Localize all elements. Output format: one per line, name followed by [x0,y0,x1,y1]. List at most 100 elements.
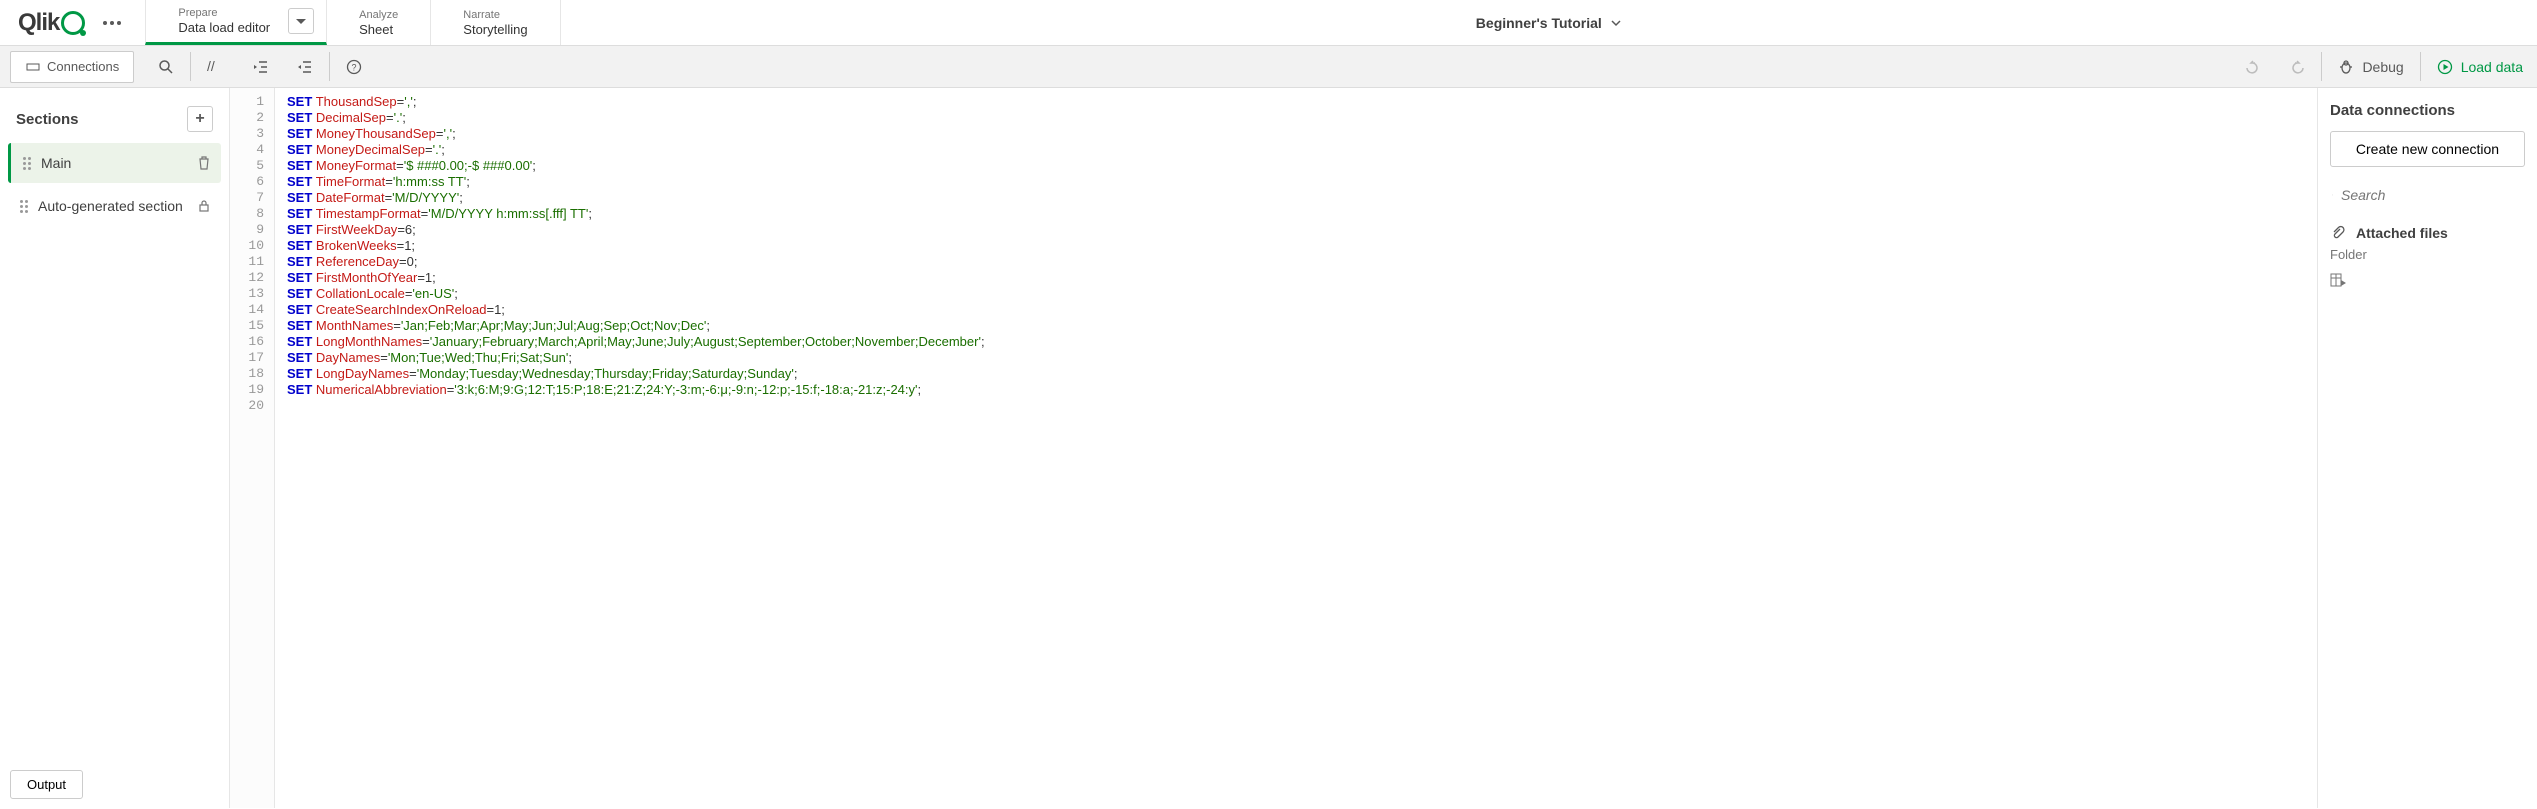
code-line[interactable]: SET MoneyThousandSep=','; [287,126,2305,142]
logo-q-icon [61,11,85,35]
line-number: 2 [230,110,274,126]
code-line[interactable]: SET CollationLocale='en-US'; [287,286,2305,302]
app-title-dropdown[interactable]: Beginner's Tutorial [561,0,2537,45]
code-line[interactable]: SET ThousandSep=','; [287,94,2305,110]
select-data-button[interactable] [2330,272,2525,288]
undo-button[interactable] [2231,46,2275,87]
code-line[interactable]: SET DateFormat='M/D/YYYY'; [287,190,2305,206]
main-area: Sections + Main Auto-generated section 1… [0,88,2537,808]
help-button[interactable]: ? [332,46,376,87]
connection-search[interactable] [2330,181,2525,209]
data-connections-panel: Data connections Create new connection A… [2317,88,2537,808]
debug-button[interactable]: Debug [2324,46,2417,87]
sections-panel: Sections + Main Auto-generated section [0,88,230,808]
search-button[interactable] [144,46,188,87]
data-connections-title: Data connections [2330,102,2525,119]
drag-handle-icon[interactable] [23,157,31,170]
line-number: 9 [230,222,274,238]
nav-tab-sheet[interactable]: Analyze Sheet [327,0,431,45]
line-number: 12 [230,270,274,286]
section-label: Auto-generated section [38,198,187,214]
code-line[interactable]: SET FirstMonthOfYear=1; [287,270,2305,286]
code-line[interactable]: SET TimestampFormat='M/D/YYYY h:mm:ss[.f… [287,206,2305,222]
sections-title: Sections [16,111,79,128]
line-number: 14 [230,302,274,318]
code-line[interactable]: SET ReferenceDay=0; [287,254,2305,270]
code-editor[interactable]: 1234567891011121314151617181920 SET Thou… [230,88,2317,808]
comment-button[interactable]: // [193,46,239,87]
output-button[interactable]: Output [10,770,83,799]
indent-button[interactable] [239,46,283,87]
load-data-button[interactable]: Load data [2423,46,2537,87]
qlik-logo[interactable]: Qlik [18,9,85,37]
delete-icon[interactable] [197,156,211,170]
search-icon [158,59,174,75]
code-line[interactable]: SET CreateSearchIndexOnReload=1; [287,302,2305,318]
line-gutter: 1234567891011121314151617181920 [230,88,275,808]
line-number: 16 [230,334,274,350]
code-line[interactable]: SET TimeFormat='h:mm:ss TT'; [287,174,2305,190]
attached-files-row[interactable]: Attached files [2330,225,2525,241]
redo-button[interactable] [2275,46,2319,87]
code-line[interactable]: SET MoneyFormat='$ ###0.00;-$ ###0.00'; [287,158,2305,174]
line-number: 13 [230,286,274,302]
drag-handle-icon[interactable] [20,200,28,213]
logo-text: Qlik [18,9,59,37]
connection-search-input[interactable] [2341,187,2523,203]
more-icon[interactable] [97,15,127,31]
bug-icon [2338,59,2354,75]
play-icon [2437,59,2453,75]
line-number: 15 [230,318,274,334]
code-line[interactable]: SET DecimalSep='.'; [287,110,2305,126]
line-number: 10 [230,238,274,254]
connections-button[interactable]: Connections [10,51,134,83]
nav-sub: Analyze [359,9,398,21]
line-number: 7 [230,190,274,206]
attached-files-label: Attached files [2356,225,2448,241]
line-number: 8 [230,206,274,222]
code-line[interactable]: SET DayNames='Mon;Tue;Wed;Thu;Fri;Sat;Su… [287,350,2305,366]
code-line[interactable]: SET LongDayNames='Monday;Tuesday;Wednesd… [287,366,2305,382]
create-connection-button[interactable]: Create new connection [2330,131,2525,167]
sections-header: Sections + [0,98,229,140]
section-label: Main [41,155,187,171]
load-data-label: Load data [2461,59,2523,75]
code-line[interactable]: SET MoneyDecimalSep='.'; [287,142,2305,158]
comment-icon: // [207,59,225,75]
line-number: 19 [230,382,274,398]
code-line[interactable]: SET LongMonthNames='January;February;Mar… [287,334,2305,350]
lock-icon [197,199,211,213]
folder-label: Folder [2330,247,2525,262]
code-line[interactable]: SET BrokenWeeks=1; [287,238,2305,254]
divider [2420,52,2421,81]
chevron-down-icon [1610,17,1622,29]
nav-main: Storytelling [463,22,527,37]
line-number: 5 [230,158,274,174]
divider [2321,52,2322,81]
section-item[interactable]: Main [8,143,221,183]
section-item[interactable]: Auto-generated section [8,186,221,226]
line-number: 11 [230,254,274,270]
chevron-down-icon[interactable] [288,8,314,34]
line-number: 6 [230,174,274,190]
nav-tab-storytelling[interactable]: Narrate Storytelling [431,0,560,45]
header: Qlik Prepare Data load editorAnalyze She… [0,0,2537,46]
line-number: 18 [230,366,274,382]
nav-tab-data-load-editor[interactable]: Prepare Data load editor [145,0,327,45]
line-number: 1 [230,94,274,110]
redo-icon [2289,59,2305,75]
line-number: 4 [230,142,274,158]
help-icon: ? [346,59,362,75]
code-line[interactable]: SET NumericalAbbreviation='3:k;6:M;9:G;1… [287,382,2305,398]
undo-icon [2245,59,2261,75]
connections-icon [25,59,41,75]
app-title-text: Beginner's Tutorial [1476,15,1602,31]
add-section-button[interactable]: + [187,106,213,132]
nav-main: Data load editor [178,20,270,35]
outdent-icon [297,59,313,75]
svg-text://: // [207,59,215,74]
code-line[interactable]: SET FirstWeekDay=6; [287,222,2305,238]
code-content[interactable]: SET ThousandSep=',';SET DecimalSep='.';S… [275,88,2317,808]
outdent-button[interactable] [283,46,327,87]
code-line[interactable]: SET MonthNames='Jan;Feb;Mar;Apr;May;Jun;… [287,318,2305,334]
